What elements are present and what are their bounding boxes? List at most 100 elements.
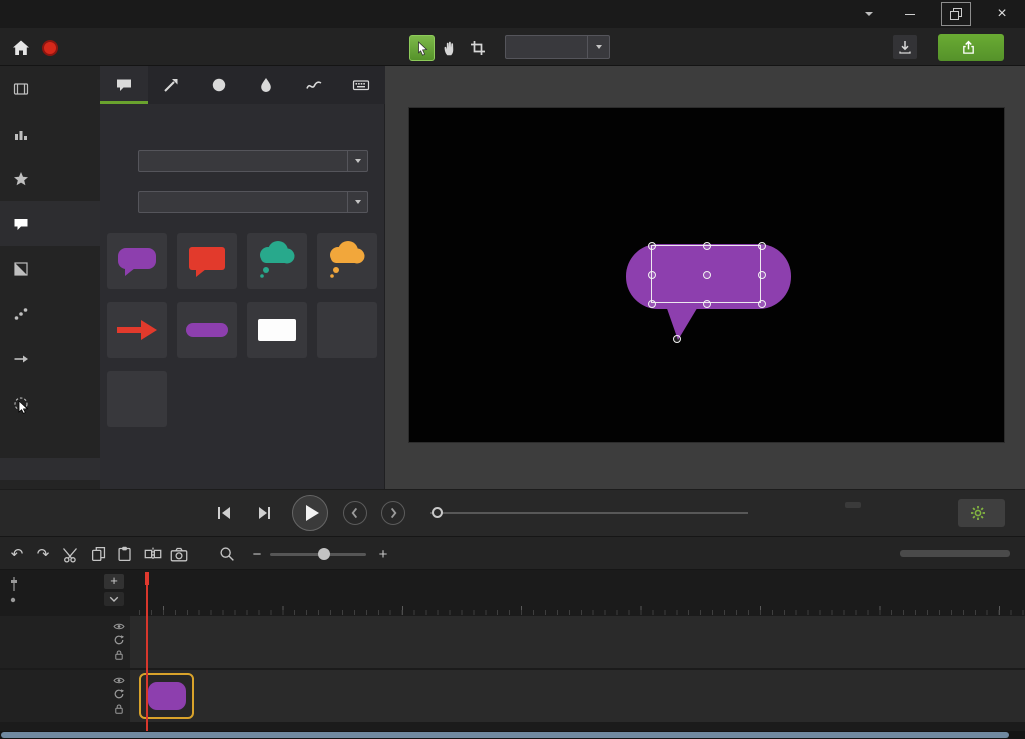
theme-dropdown[interactable] xyxy=(138,191,368,213)
paste-button[interactable] xyxy=(114,543,136,565)
split-button[interactable] xyxy=(142,543,164,565)
callout-style-text-plain[interactable] xyxy=(317,302,377,358)
resize-handle-se[interactable] xyxy=(758,300,766,308)
close-button[interactable]: × xyxy=(979,0,1025,28)
jump-forward-button[interactable] xyxy=(381,501,405,525)
scrubber-track[interactable] xyxy=(430,512,748,514)
menu-edit[interactable] xyxy=(22,0,40,28)
playhead-marker[interactable] xyxy=(145,572,149,585)
play-button[interactable] xyxy=(292,495,328,531)
tab-arrows[interactable] xyxy=(148,66,196,104)
restore-button[interactable] xyxy=(941,2,971,26)
transition-icon xyxy=(13,261,29,277)
callout-style-speech-red[interactable] xyxy=(177,233,237,289)
sidebar-item-cursor-effects[interactable] xyxy=(0,381,100,426)
resize-handle-sw[interactable] xyxy=(648,300,656,308)
tab-keystroke[interactable] xyxy=(338,66,386,104)
style-dropdown[interactable] xyxy=(138,150,368,172)
sidebar-item-media[interactable] xyxy=(0,66,100,111)
zoom-in-button[interactable]: + xyxy=(372,543,394,565)
redo-button[interactable]: ↷ xyxy=(32,543,54,565)
callout-style-pill-purple[interactable] xyxy=(177,302,237,358)
resize-handle-nw[interactable] xyxy=(648,242,656,250)
properties-button[interactable] xyxy=(958,499,1005,527)
sidebar-item-library[interactable] xyxy=(0,111,100,156)
canvas-zoom-dropdown[interactable] xyxy=(505,35,610,59)
menu-export[interactable] xyxy=(76,0,94,28)
jump-back-button[interactable] xyxy=(343,501,367,525)
copy-button[interactable] xyxy=(88,543,110,565)
cut-button[interactable] xyxy=(60,543,82,565)
track-1-content[interactable] xyxy=(130,670,1025,722)
pan-tool-button[interactable] xyxy=(437,35,463,61)
timeline-hscrollbar[interactable] xyxy=(900,550,1010,557)
sidebar-item-animations[interactable] xyxy=(0,336,100,381)
home-button[interactable] xyxy=(8,35,34,61)
home-icon xyxy=(11,38,31,58)
callout-style-cloud-teal[interactable] xyxy=(247,233,307,289)
resize-handle-s[interactable] xyxy=(703,300,711,308)
download-button[interactable] xyxy=(893,35,917,59)
tab-shapes[interactable] xyxy=(195,66,243,104)
bottom-scrollbar-thumb[interactable] xyxy=(1,732,1009,738)
playhead-line[interactable] xyxy=(146,585,148,731)
eye-icon[interactable] xyxy=(113,676,125,685)
menu-modify[interactable] xyxy=(40,0,58,28)
sidebar-item-transitions[interactable] xyxy=(0,246,100,291)
tab-blur[interactable] xyxy=(243,66,291,104)
add-track-button[interactable]: + xyxy=(104,574,124,589)
loop-icon[interactable] xyxy=(113,634,125,646)
timeline-side-dot-icon[interactable] xyxy=(9,596,17,604)
sidebar-item-favorites[interactable] xyxy=(0,156,100,201)
previous-frame-button[interactable] xyxy=(212,501,236,525)
zoom-out-button[interactable]: − xyxy=(246,543,268,565)
lock-icon[interactable] xyxy=(113,703,125,715)
canvas-stage[interactable] xyxy=(408,107,1005,443)
callout-style-rect-white[interactable] xyxy=(247,302,307,358)
export-button[interactable] xyxy=(938,34,1004,61)
loop-icon[interactable] xyxy=(113,688,125,700)
lock-icon[interactable] xyxy=(113,649,125,661)
callout-style-cloud-orange[interactable] xyxy=(317,233,377,289)
track-1-header[interactable] xyxy=(0,670,130,722)
timeline-side-slider-icon[interactable] xyxy=(8,576,20,592)
selection-box[interactable] xyxy=(651,245,761,303)
menu-file[interactable] xyxy=(4,0,22,28)
callout-style-rounded-purple[interactable] xyxy=(107,233,167,289)
sidebar-item-annotations[interactable] xyxy=(0,201,100,246)
timeline-toolbar: ↶ ↷ − + xyxy=(0,536,1025,570)
tab-sketch-motion[interactable] xyxy=(290,66,338,104)
canvas-callout[interactable] xyxy=(626,244,826,354)
scrubber-knob[interactable] xyxy=(432,507,443,518)
sidebar-more-button[interactable] xyxy=(0,458,100,480)
menu-view[interactable] xyxy=(58,0,76,28)
tab-callouts[interactable] xyxy=(100,66,148,104)
menu-help[interactable] xyxy=(94,0,112,28)
callout-style-text-large[interactable] xyxy=(107,371,167,427)
callout-icon xyxy=(114,75,134,95)
resize-handle-e[interactable] xyxy=(758,271,766,279)
sidebar-item-behaviors[interactable] xyxy=(0,291,100,336)
timeline-zoom-knob[interactable] xyxy=(318,548,330,560)
track-2-content[interactable] xyxy=(130,616,1025,668)
snapshot-button[interactable] xyxy=(168,543,190,565)
next-frame-button[interactable] xyxy=(252,501,276,525)
callout-style-arrow-red[interactable] xyxy=(107,302,167,358)
resize-handle-n[interactable] xyxy=(703,242,711,250)
crop-tool-button[interactable] xyxy=(465,35,491,61)
record-button[interactable] xyxy=(42,35,65,61)
undo-button[interactable]: ↶ xyxy=(6,543,28,565)
eye-icon[interactable] xyxy=(113,622,125,631)
anchor-handle[interactable] xyxy=(703,271,711,279)
select-tool-button[interactable] xyxy=(409,35,435,61)
plus-icon: + xyxy=(379,546,388,563)
track-2-header[interactable] xyxy=(0,616,130,668)
resize-handle-ne[interactable] xyxy=(758,242,766,250)
zoom-timeline-button[interactable] xyxy=(216,543,238,565)
track-options-button[interactable] xyxy=(104,592,124,606)
play-icon xyxy=(306,505,319,521)
resize-handle-w[interactable] xyxy=(648,271,656,279)
minimize-button[interactable] xyxy=(887,0,933,28)
signin-button[interactable] xyxy=(845,0,887,28)
tail-handle[interactable] xyxy=(673,335,681,343)
